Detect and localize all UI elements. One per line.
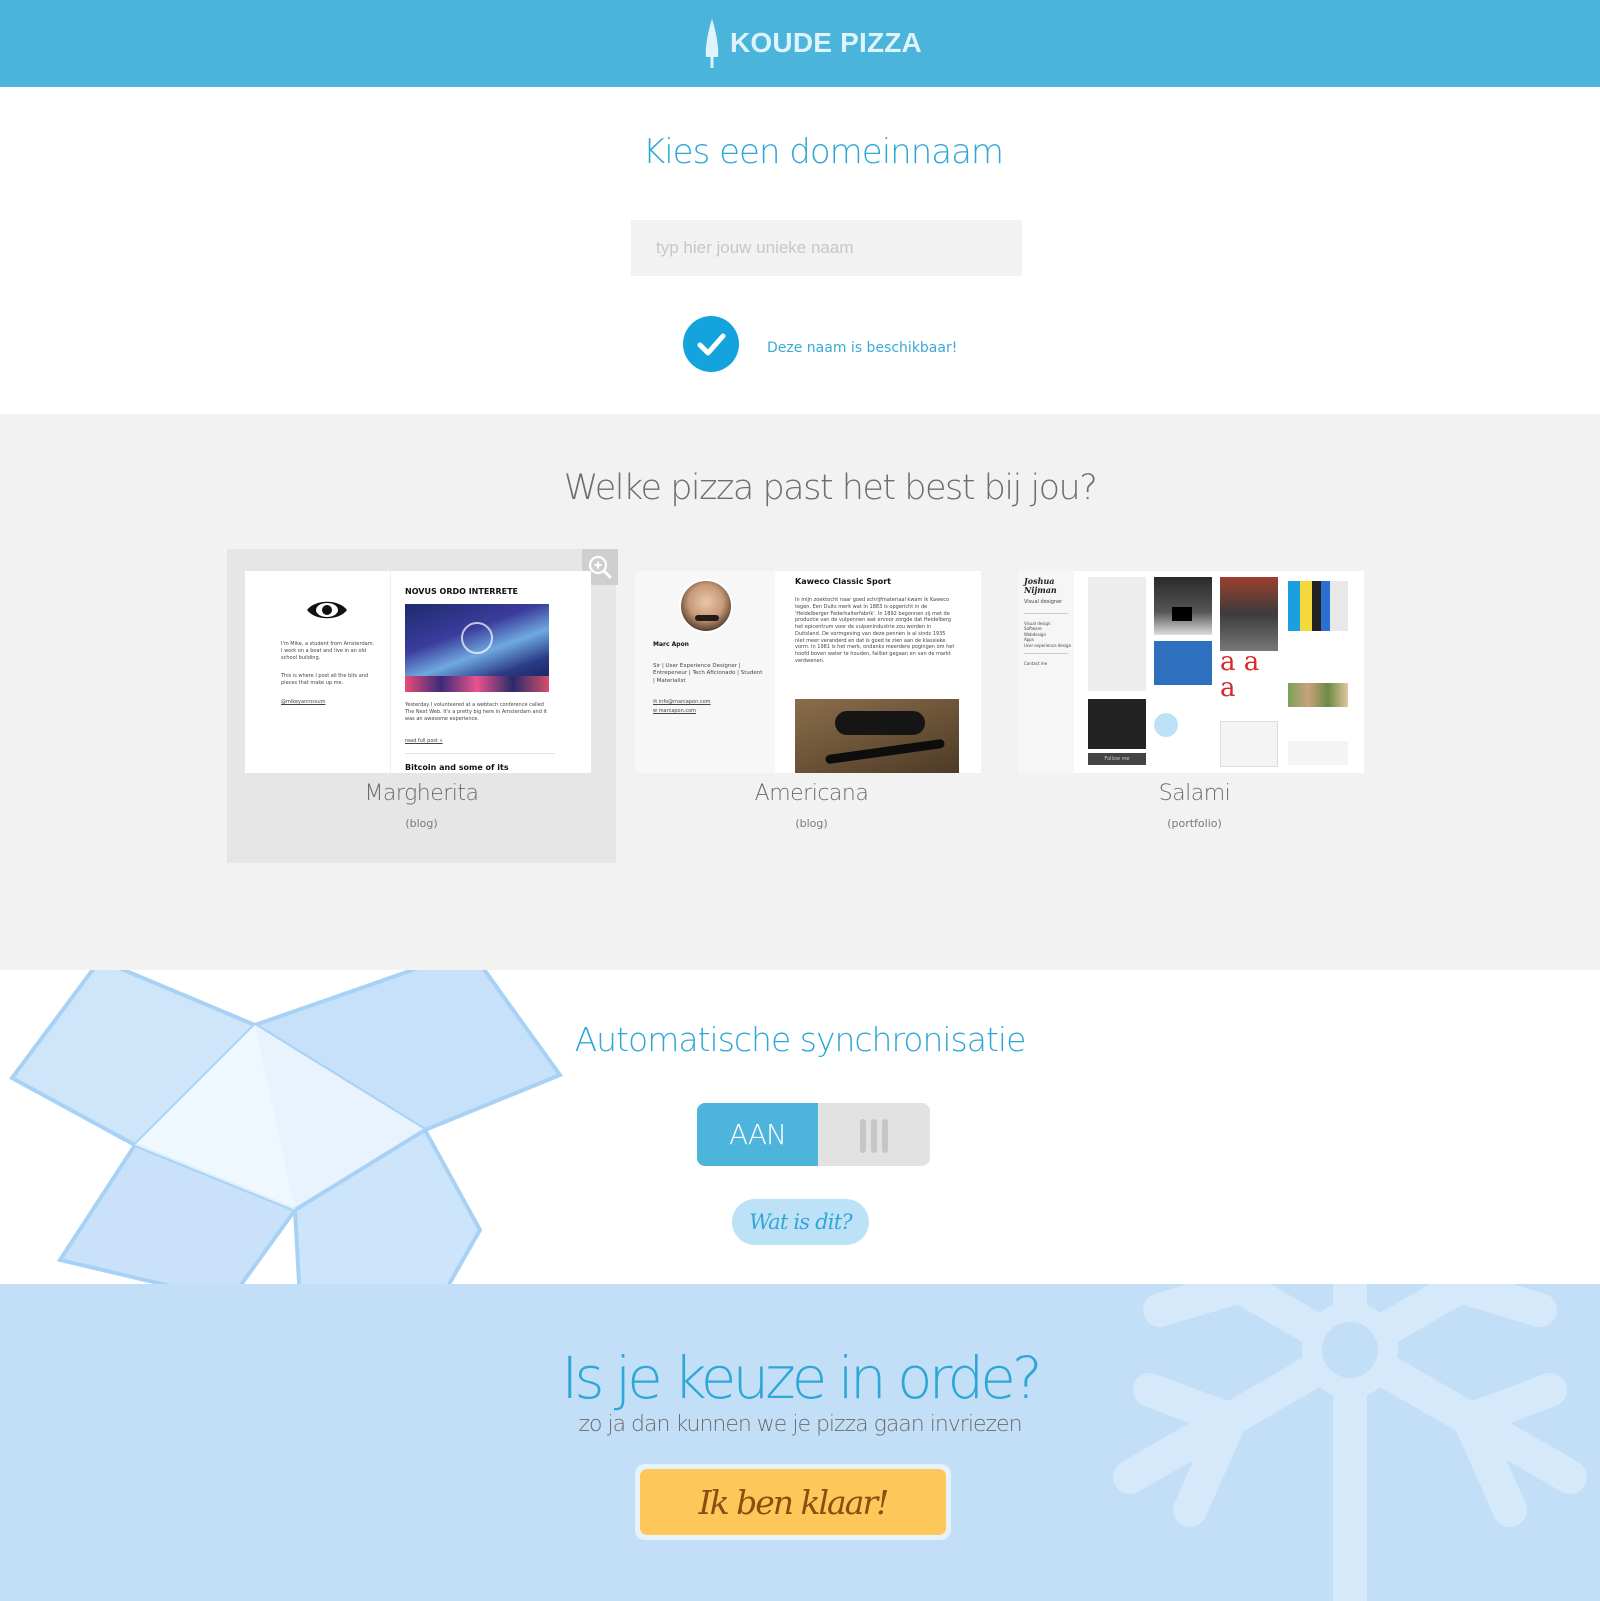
preview-body: Yesterday I volunteered at a webtech con…: [405, 702, 547, 722]
preview-separator: [405, 753, 555, 754]
pizza-name: Salami: [1158, 781, 1231, 806]
preview-owner: Joshua Nijman: [1024, 576, 1057, 595]
preview-rule-2: [1024, 653, 1068, 654]
availability-check: [683, 316, 739, 372]
tile-video: [1154, 577, 1212, 635]
availability-text: Deze naam is beschikbaar!: [767, 340, 958, 356]
preview-read-more: read full post »: [405, 738, 443, 744]
domain-name-input[interactable]: [631, 220, 1022, 276]
sync-toggle[interactable]: AAN: [697, 1103, 930, 1166]
eye-icon: [307, 601, 347, 619]
pizza-option-margherita[interactable]: I'm Mike, a student from Amsterdam. I wo…: [227, 549, 618, 863]
conference-logo: [461, 622, 493, 654]
confirm-section: Is je keuze in orde? zo ja dan kunnen we…: [0, 1284, 1600, 1601]
pizza-type: (blog): [405, 817, 438, 830]
domain-title: Kies een domeinnaam: [642, 132, 1004, 172]
pizza-preview-salami: Joshua Nijman Visual designer Visual des…: [1018, 571, 1364, 773]
dropbox-logo-icon: [9, 970, 564, 1284]
pizza-preview-margherita: I'm Mike, a student from Amsterdam. I wo…: [245, 571, 591, 773]
pizza-name: Americana: [754, 781, 869, 806]
avatar: [679, 579, 733, 633]
preview-divider: [390, 571, 391, 773]
preview-heading: Kaweco Classic Sport: [795, 577, 891, 586]
conference-photo: [405, 604, 549, 692]
header: KOUDE PIZZA: [0, 0, 1600, 87]
preview-contact: Contact me: [1024, 661, 1048, 666]
pizza-option-salami[interactable]: Joshua Nijman Visual designer Visual des…: [1000, 549, 1389, 863]
tile-wireframe: [1088, 577, 1146, 691]
pizza-title: Welke pizza past het best bij jou?: [563, 468, 1098, 508]
preview-intro-2: This is where I post all the bits and pi…: [281, 673, 369, 686]
crowd: [405, 676, 549, 692]
pizza-name: Margherita: [364, 781, 479, 806]
ready-button[interactable]: Ik ben klaar!: [635, 1464, 951, 1540]
preview-menu: Visual design Software Webdesign Apps Us…: [1024, 621, 1072, 648]
logo-text: KOUDE PIZZA: [730, 27, 922, 58]
preview-body: In mijn zoektocht naar goed schrijfmater…: [795, 597, 955, 664]
preview-intro: I'm Mike, a student from Amsterdam. I wo…: [281, 641, 375, 661]
preview-web: w marcapon.com: [653, 708, 697, 714]
tile-stripes: [1288, 581, 1348, 631]
tile-form: [1220, 721, 1278, 767]
check-icon: [697, 333, 726, 356]
preview-rule: [1024, 613, 1068, 614]
snowflake-icon: [1113, 1284, 1587, 1601]
pizza-type: (portfolio): [1167, 817, 1222, 830]
preview-role: Visual designer: [1024, 599, 1063, 605]
pizza-type: (blog): [795, 817, 828, 830]
tile-typography: a aa: [1220, 647, 1260, 703]
tree-icon: [705, 19, 719, 68]
sync-section: Automatische synchronisatie AAN Wat is d…: [0, 970, 1600, 1284]
confirm-subtitle: zo ja dan kunnen we je pizza gaan invrie…: [578, 1412, 1022, 1437]
play-icon: [1172, 607, 1192, 621]
pizza-preview-americana: Marc Apon Sir | User Experience Designer…: [635, 571, 981, 773]
pizza-option-americana[interactable]: Marc Apon Sir | User Experience Designer…: [617, 549, 1006, 863]
tile-follow: Follow me: [1088, 753, 1146, 765]
ready-button-label: Ik ben klaar!: [640, 1469, 946, 1535]
mustache: [695, 615, 719, 621]
pen: [824, 738, 946, 765]
logo[interactable]: KOUDE PIZZA: [700, 16, 922, 70]
tile-ipad: [1088, 699, 1146, 749]
tile-grey: [1288, 741, 1348, 765]
what-is-this-button[interactable]: Wat is dit?: [732, 1199, 869, 1245]
sync-title: Automatische synchronisatie: [574, 1020, 1027, 1059]
tile-photo: [1220, 577, 1278, 651]
preview-author: Marc Apon: [653, 641, 689, 648]
pizza-section: Welke pizza past het best bij jou? I'm M…: [0, 414, 1600, 970]
preview-heading: NOVUS ORDO INTERRETE: [405, 587, 519, 596]
preview-heading-2: Bitcoin and some of its: [405, 763, 509, 772]
pen-photo: [795, 699, 959, 773]
tile-blue: [1154, 641, 1212, 685]
preview-bio: Sir | User Experience Designer | Entrepe…: [653, 663, 763, 684]
grip-icon: [860, 1119, 888, 1153]
tile-products: [1288, 683, 1348, 707]
toggle-on-label: AAN: [697, 1103, 818, 1166]
preview-handle: @mikeyanrossum: [281, 699, 326, 705]
confirm-title: Is je keuze in orde?: [561, 1344, 1042, 1412]
pen-case: [835, 711, 925, 735]
preview-email: ✉ info@marcapon.com: [653, 699, 711, 705]
tile-tree-logo: [1154, 713, 1178, 737]
